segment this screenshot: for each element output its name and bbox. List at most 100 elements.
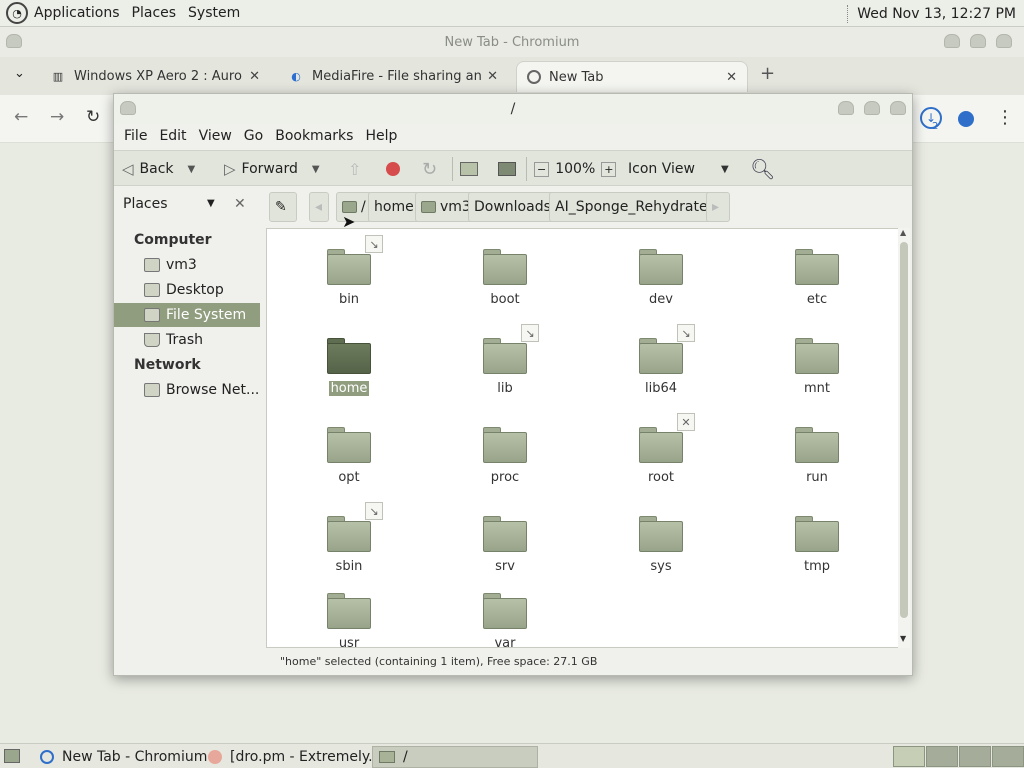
home-folder-icon[interactable] <box>460 151 478 187</box>
folder-item[interactable]: ↘ bin <box>299 235 399 319</box>
chevron-down-icon[interactable]: ▼ <box>188 164 196 175</box>
crumb-ai-sponge[interactable]: AI_Sponge_Rehydrated <box>549 192 723 222</box>
fm-window-menu-icon[interactable] <box>120 101 136 115</box>
menu-edit[interactable]: Edit <box>153 128 192 144</box>
forward-arrow-icon: ▷ <box>224 160 236 178</box>
scroll-down-icon[interactable]: ▼ <box>900 634 906 643</box>
search-icon[interactable]: 🔍︎ <box>750 151 775 187</box>
reload-icon[interactable]: ↻ <box>86 107 100 127</box>
fm-scrollbar[interactable]: ▲ ▼ <box>898 228 910 648</box>
crumb-downloads[interactable]: Downloads <box>468 192 557 222</box>
crumb-home[interactable]: home <box>368 192 420 222</box>
tab-windows-xp-aero[interactable]: ▥ Windows XP Aero 2 : Aurora ✕ <box>40 61 270 92</box>
folder-icon <box>639 338 683 374</box>
tab-new-tab[interactable]: New Tab ✕ <box>516 61 748 92</box>
toolbar-separator <box>526 157 527 181</box>
crumb-scroll-right-icon[interactable]: ▸ <box>706 192 730 222</box>
menu-system[interactable]: System <box>182 5 246 21</box>
tab-mediafire[interactable]: ◐ MediaFire - File sharing and ✕ <box>278 61 508 92</box>
forward-arrow-icon[interactable]: → <box>50 107 64 127</box>
home-folder-icon <box>144 258 160 272</box>
places-selector[interactable]: Places ▼ <box>123 196 223 212</box>
scrollbar-thumb[interactable] <box>900 242 908 618</box>
folder-item[interactable]: tmp <box>767 502 867 586</box>
menu-view[interactable]: View <box>193 128 238 144</box>
folder-item[interactable]: var <box>455 579 555 647</box>
sidebar-item-file-system[interactable]: File System <box>114 303 260 327</box>
close-sidebar-icon[interactable]: ✕ <box>234 196 246 212</box>
folder-item[interactable]: mnt <box>767 324 867 408</box>
window-menu-icon[interactable] <box>6 34 22 48</box>
close-tab-icon[interactable]: ✕ <box>726 70 737 85</box>
menu-help[interactable]: Help <box>359 128 403 144</box>
tab-title: Windows XP Aero 2 : Aurora <box>74 69 244 84</box>
task-chromium[interactable]: New Tab - Chromium <box>34 746 207 768</box>
panel-clock[interactable]: Wed Nov 13, 12:27 PM <box>857 6 1016 22</box>
folder-item[interactable]: usr <box>299 579 399 647</box>
forward-button[interactable]: ▷ Forward ▼ <box>224 151 320 187</box>
close-icon[interactable] <box>890 101 906 115</box>
back-arrow-icon[interactable]: ← <box>14 107 28 127</box>
folder-item[interactable]: ↘ sbin <box>299 502 399 586</box>
menu-bookmarks[interactable]: Bookmarks <box>269 128 359 144</box>
folder-item[interactable]: run <box>767 413 867 497</box>
computer-icon[interactable] <box>498 151 516 187</box>
show-desktop-icon[interactable] <box>4 749 20 763</box>
folder-item[interactable]: proc <box>455 413 555 497</box>
menu-file[interactable]: File <box>118 128 153 144</box>
reload-icon[interactable]: ↻ <box>422 151 437 187</box>
stop-icon[interactable] <box>386 151 400 187</box>
fm-statusbar: "home" selected (containing 1 item), Fre… <box>266 650 906 672</box>
back-button[interactable]: ◁ Back ▼ <box>122 151 195 187</box>
tab-search-chevron-icon[interactable]: ⌄ <box>14 66 25 81</box>
folder-icon <box>483 516 527 552</box>
folder-label: bin <box>338 292 360 307</box>
minimize-icon[interactable] <box>838 101 854 115</box>
sidebar-item-desktop[interactable]: Desktop <box>114 278 260 302</box>
new-tab-plus-icon[interactable]: + <box>760 63 775 84</box>
zoom-control: − 100% + <box>534 151 617 187</box>
folder-item[interactable]: ↘ lib64 <box>611 324 711 408</box>
crumb-scroll-left-icon[interactable]: ◂ <box>309 192 329 222</box>
fm-titlebar: / <box>114 94 912 124</box>
toggle-location-entry-icon[interactable]: ✎ <box>269 192 297 222</box>
menu-places[interactable]: Places <box>126 5 183 21</box>
menu-go[interactable]: Go <box>238 128 269 144</box>
close-icon[interactable] <box>996 34 1012 48</box>
close-tab-icon[interactable]: ✕ <box>487 69 498 84</box>
gnome-logo-icon[interactable]: ◔ <box>6 2 28 24</box>
kebab-menu-icon[interactable]: ⋮ <box>996 107 1014 128</box>
workspace-2[interactable] <box>926 746 958 767</box>
folder-item[interactable]: etc <box>767 235 867 319</box>
zoom-in-icon[interactable]: + <box>601 161 617 177</box>
view-mode-select[interactable]: Icon View ▼ <box>628 151 729 187</box>
folder-item[interactable]: opt <box>299 413 399 497</box>
folder-icon <box>483 338 527 374</box>
close-tab-icon[interactable]: ✕ <box>249 69 260 84</box>
task-file-manager[interactable]: / <box>372 746 538 768</box>
sidebar-item-browse-network[interactable]: Browse Net... <box>114 378 260 402</box>
folder-item[interactable]: ↘ lib <box>455 324 555 408</box>
folder-item[interactable]: boot <box>455 235 555 319</box>
up-arrow-icon[interactable]: ⇧ <box>348 151 361 187</box>
maximize-icon[interactable] <box>864 101 880 115</box>
workspace-1[interactable] <box>893 746 925 767</box>
chevron-down-icon[interactable]: ▼ <box>312 164 320 175</box>
workspace-3[interactable] <box>959 746 991 767</box>
workspace-4[interactable] <box>992 746 1024 767</box>
sidebar-item-vm3[interactable]: vm3 <box>114 253 260 277</box>
zoom-out-icon[interactable]: − <box>534 161 550 177</box>
folder-item[interactable]: home <box>299 324 399 408</box>
download-icon[interactable]: ↓ <box>920 107 942 129</box>
minimize-icon[interactable] <box>944 34 960 48</box>
scroll-up-icon[interactable]: ▲ <box>900 228 906 237</box>
menu-applications[interactable]: Applications <box>28 5 126 21</box>
profile-avatar-icon[interactable] <box>958 111 974 127</box>
folder-item[interactable]: dev <box>611 235 711 319</box>
folder-item[interactable]: ✕ root <box>611 413 711 497</box>
maximize-icon[interactable] <box>970 34 986 48</box>
sidebar-item-trash[interactable]: Trash <box>114 328 260 352</box>
folder-item[interactable]: sys <box>611 502 711 586</box>
task-dro-pm[interactable]: [dro.pm - Extremely... <box>202 746 382 768</box>
folder-item[interactable]: srv <box>455 502 555 586</box>
